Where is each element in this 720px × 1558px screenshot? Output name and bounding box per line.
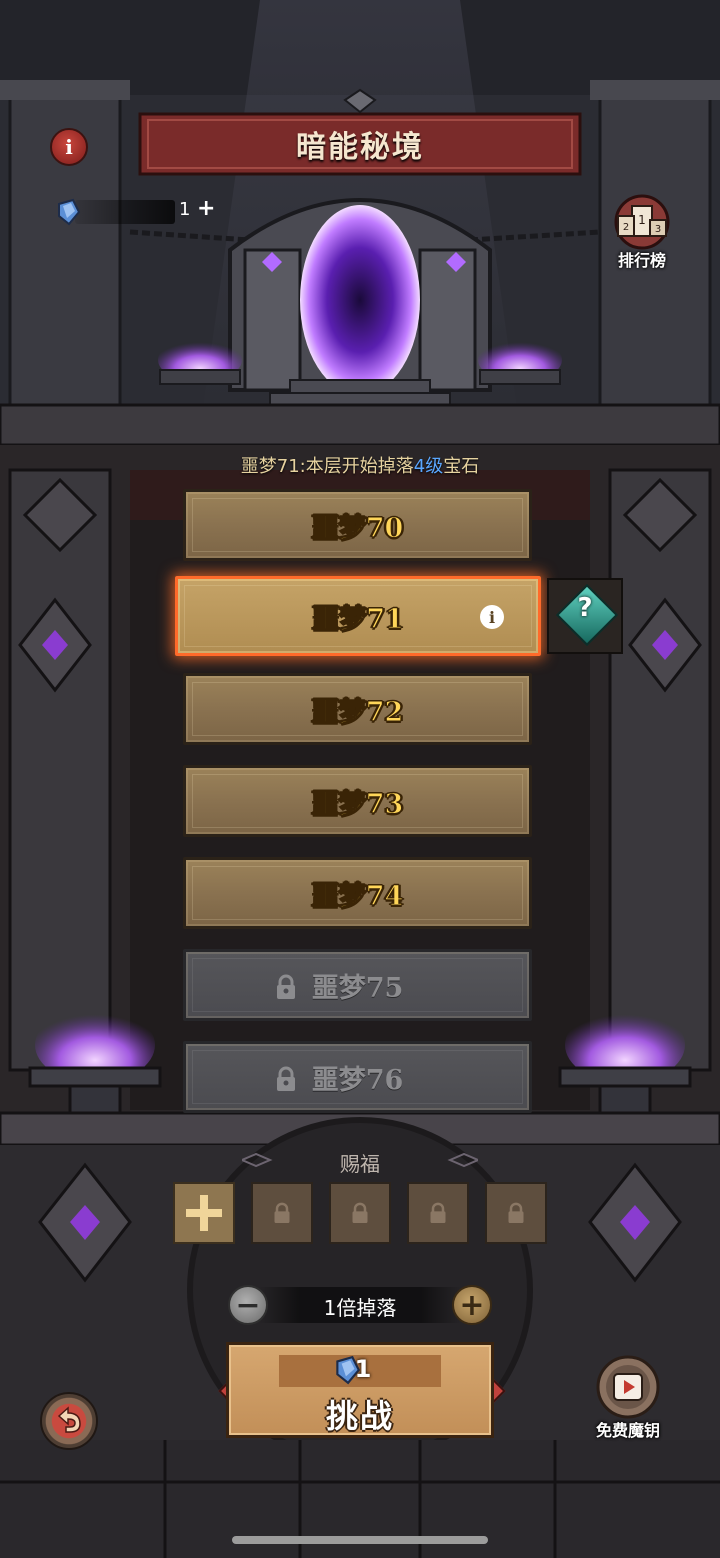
lock-icon — [274, 1202, 290, 1223]
key-currency: 1 + — [55, 196, 215, 226]
lock-icon — [277, 974, 295, 999]
lock-icon — [430, 1202, 446, 1223]
blessing-locked-slot[interactable] — [251, 1182, 313, 1244]
dungeon-screen: 暗能秘境 i 1 + 1 2 3 排行榜 噩梦71:本层开始掉落4级宝石 噩梦7… — [0, 0, 720, 1558]
level-label: 噩梦76 — [311, 1064, 404, 1096]
blessing-locked-slot[interactable] — [329, 1182, 391, 1244]
page-title: 暗能秘境 — [296, 130, 424, 165]
level-label: 噩梦72 — [311, 696, 404, 728]
podium-icon: 1 2 3 — [614, 194, 670, 250]
level-button-75[interactable]: 噩梦75 — [183, 949, 532, 1021]
level-label: 噩梦75 — [311, 972, 404, 1004]
level-label: 噩梦70 — [311, 512, 404, 544]
add-key-button[interactable]: + — [197, 196, 215, 221]
back-button[interactable] — [40, 1392, 98, 1450]
gem-level-highlight: 4级 — [413, 456, 444, 477]
level-label: 噩梦71 — [312, 603, 405, 635]
ranking-button[interactable]: 1 2 3 排行榜 — [604, 194, 680, 274]
level-label: 噩梦74 — [311, 880, 404, 912]
free-key-label: 免费魔钥 — [595, 1421, 660, 1440]
lock-icon — [277, 1066, 295, 1091]
level-button-74[interactable]: 噩梦74 — [183, 857, 532, 929]
svg-text:3: 3 — [655, 224, 661, 235]
blessing-add-slot[interactable] — [173, 1182, 235, 1244]
challenge-button[interactable]: 1 挑战 — [226, 1342, 494, 1438]
back-arrow-icon — [57, 1406, 81, 1433]
video-play-icon — [596, 1355, 660, 1419]
level-label: 噩梦73 — [311, 788, 404, 820]
challenge-cost: 1 — [354, 1355, 372, 1383]
floor-info-prefix: 噩梦71: — [240, 456, 306, 477]
free-key-button[interactable]: 免费魔钥 — [590, 1355, 666, 1445]
level-info-icon[interactable]: i — [480, 605, 504, 629]
plus-icon — [186, 1195, 222, 1231]
help-button[interactable]: ? — [547, 578, 623, 654]
level-button-73[interactable]: 噩梦73 — [183, 765, 532, 837]
ranking-label: 排行榜 — [617, 251, 666, 270]
svg-text:2: 2 — [623, 222, 629, 233]
blessing-title: 赐福 — [340, 1152, 380, 1176]
home-indicator[interactable] — [232, 1536, 488, 1544]
level-button-70[interactable]: 噩梦70 — [183, 489, 532, 561]
lock-icon — [352, 1202, 368, 1223]
floor-info-suffix: 宝石 — [443, 456, 480, 477]
blessing-locked-slot[interactable] — [407, 1182, 469, 1244]
key-count: 1 — [179, 199, 191, 220]
increase-multiplier-button[interactable]: + — [452, 1285, 492, 1325]
floor-drop-info: 噩梦71:本层开始掉落4级宝石 — [0, 452, 720, 478]
blessing-locked-slot[interactable] — [485, 1182, 547, 1244]
level-button-71[interactable]: 噩梦71 i — [175, 576, 541, 656]
lock-icon — [508, 1202, 524, 1223]
floor-info-text: 本层开始掉落 — [305, 456, 414, 477]
svg-text:1: 1 — [638, 213, 646, 227]
question-mark: ? — [577, 593, 593, 623]
level-button-72[interactable]: 噩梦72 — [183, 673, 532, 745]
level-button-76[interactable]: 噩梦76 — [183, 1041, 532, 1113]
info-icon[interactable]: i — [50, 128, 88, 166]
challenge-label: 挑战 — [325, 1397, 394, 1435]
drop-multiplier: − 1倍掉落 + — [228, 1283, 492, 1327]
crystal-key-icon — [58, 198, 81, 226]
